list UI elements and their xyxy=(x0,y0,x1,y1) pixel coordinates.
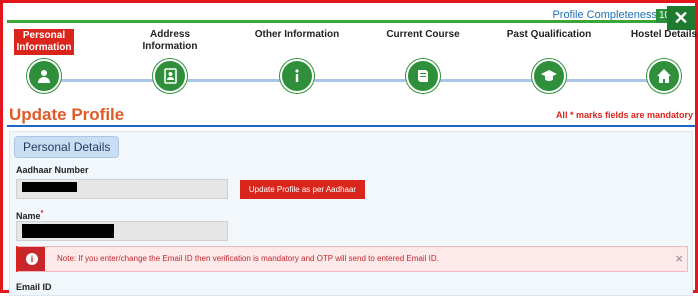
step-label: Address Information xyxy=(142,29,198,52)
profile-completeness-label: Profile Completeness xyxy=(552,9,657,21)
step-other-information[interactable]: Other Information xyxy=(252,29,342,93)
alert-icon-box: i xyxy=(19,247,45,271)
mandatory-fields-note: All * marks fields are mandatory xyxy=(555,110,693,120)
close-button[interactable]: ✕ xyxy=(667,6,695,30)
step-current-course[interactable]: Current Course xyxy=(378,29,468,93)
alert-text: Note: If you enter/change the Email ID t… xyxy=(57,254,439,263)
step-label: Other Information xyxy=(254,29,340,40)
address-book-icon[interactable] xyxy=(153,59,187,93)
steps-track xyxy=(27,79,677,82)
step-personal-information[interactable]: Personal Information xyxy=(0,29,89,93)
step-label: Current Course xyxy=(386,29,460,40)
section-title: Personal Details xyxy=(14,136,120,158)
graduation-cap-icon[interactable] xyxy=(532,59,566,93)
name-field[interactable] xyxy=(16,221,228,241)
step-past-qualification[interactable]: Past Qualification xyxy=(504,29,594,93)
profile-completeness: Profile Completeness 10% xyxy=(3,6,695,23)
home-icon[interactable] xyxy=(647,59,681,93)
email-verification-alert: i Note: If you enter/change the Email ID… xyxy=(16,246,688,272)
name-label: Name* xyxy=(16,208,43,221)
profile-dialog: Profile Completeness 10% ✕ Personal Info… xyxy=(0,0,698,296)
close-icon[interactable]: ✕ xyxy=(673,8,688,28)
step-hostel-details[interactable]: Hostel Details xyxy=(619,29,698,93)
book-icon[interactable] xyxy=(406,59,440,93)
step-label: Personal Information xyxy=(14,29,74,55)
aadhaar-label: Aadhaar Number xyxy=(16,165,89,175)
redacted-value xyxy=(22,182,77,192)
step-label: Past Qualification xyxy=(506,29,592,40)
page-header: Update Profile All * marks fields are ma… xyxy=(7,103,695,127)
user-icon[interactable] xyxy=(27,59,61,93)
step-address-information[interactable]: Address Information xyxy=(125,29,215,93)
update-profile-aadhaar-button[interactable]: Update Profile as per Aadhaar xyxy=(240,180,365,199)
step-label: Hostel Details xyxy=(630,29,698,40)
page-title: Update Profile xyxy=(9,105,125,124)
close-icon[interactable]: × xyxy=(675,251,683,266)
required-mark: * xyxy=(40,208,44,217)
redacted-value xyxy=(22,224,114,238)
info-icon: i xyxy=(26,253,38,265)
profile-steps: Personal Information Address Information… xyxy=(7,29,697,101)
aadhaar-number-field[interactable] xyxy=(16,179,228,199)
name-label-text: Name xyxy=(16,211,41,221)
email-label: Email ID xyxy=(16,282,52,292)
personal-details-card: Personal Details Aadhaar Number Update P… xyxy=(9,131,693,296)
info-icon[interactable] xyxy=(280,59,314,93)
